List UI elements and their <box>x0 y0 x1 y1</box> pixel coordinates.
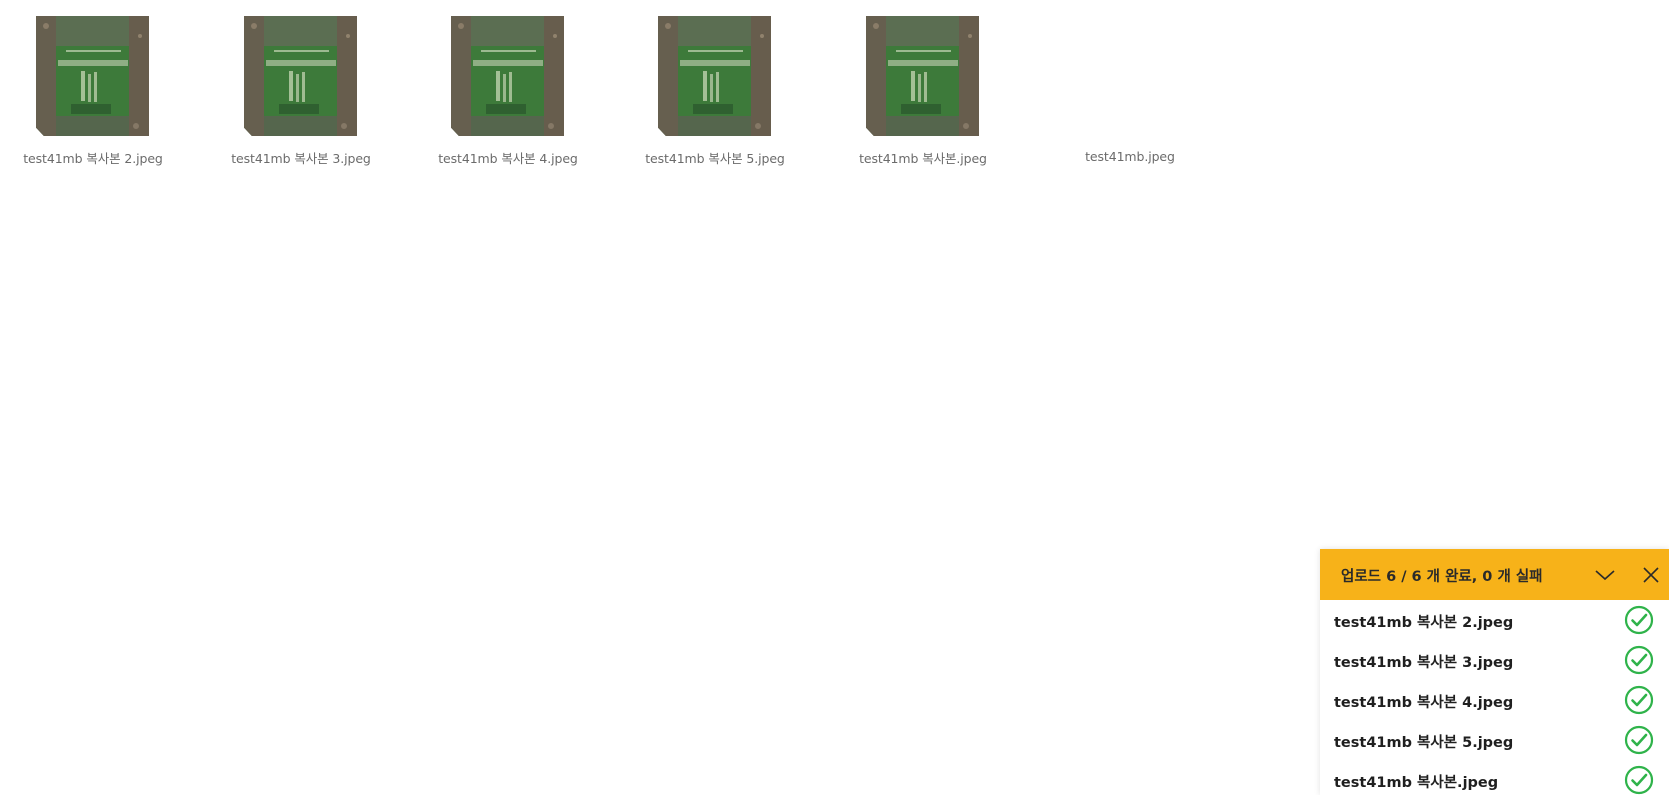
chevron-down-icon <box>1592 562 1618 588</box>
upload-list-item: test41mb 복사본.jpeg <box>1320 760 1669 795</box>
upload-file-name: test41mb 복사본 2.jpeg <box>1334 615 1514 631</box>
upload-panel-header: 업로드 6 / 6 개 완료, 0 개 실패 <box>1320 549 1669 600</box>
upload-panel: 업로드 6 / 6 개 완료, 0 개 실패 test41mb 복사본 2.jp… <box>1320 549 1669 795</box>
file-thumbnail <box>36 16 149 136</box>
collapse-button[interactable] <box>1592 562 1618 588</box>
close-icon <box>1638 562 1664 588</box>
file-name: test41mb 복사본 4.jpeg <box>438 151 578 166</box>
upload-file-name: test41mb 복사본 5.jpeg <box>1334 735 1514 751</box>
upload-list-item: test41mb 복사본 2.jpeg <box>1320 600 1669 640</box>
upload-file-name: test41mb 복사본 3.jpeg <box>1334 655 1514 671</box>
upload-list-item: test41mb 복사본 4.jpeg <box>1320 680 1669 720</box>
file-name: test41mb.jpeg <box>1085 149 1175 164</box>
file-name: test41mb 복사본.jpeg <box>859 151 987 166</box>
upload-file-name: test41mb 복사본.jpeg <box>1334 775 1499 791</box>
file-name: test41mb 복사본 5.jpeg <box>645 151 785 166</box>
upload-status-title: 업로드 6 / 6 개 완료, 0 개 실패 <box>1341 569 1543 585</box>
file-name: test41mb 복사본 3.jpeg <box>231 151 371 166</box>
check-circle-icon <box>1624 685 1654 715</box>
upload-list-item: test41mb 복사본 5.jpeg <box>1320 720 1669 760</box>
check-circle-icon <box>1624 605 1654 635</box>
file-thumbnail <box>244 16 357 136</box>
file-thumbnail <box>451 16 564 136</box>
upload-file-name: test41mb 복사본 4.jpeg <box>1334 695 1514 711</box>
file-thumbnail <box>866 16 979 136</box>
check-circle-icon <box>1624 725 1654 755</box>
upload-list-item: test41mb 복사본 3.jpeg <box>1320 640 1669 680</box>
file-thumbnail <box>658 16 771 136</box>
close-button[interactable] <box>1638 562 1664 588</box>
file-name: test41mb 복사본 2.jpeg <box>23 151 163 166</box>
check-circle-icon <box>1624 645 1654 675</box>
file-grid: test41mb 복사본 2.jpeg test41mb 복사본 3.jpeg … <box>0 0 1669 200</box>
check-circle-icon <box>1624 765 1654 795</box>
